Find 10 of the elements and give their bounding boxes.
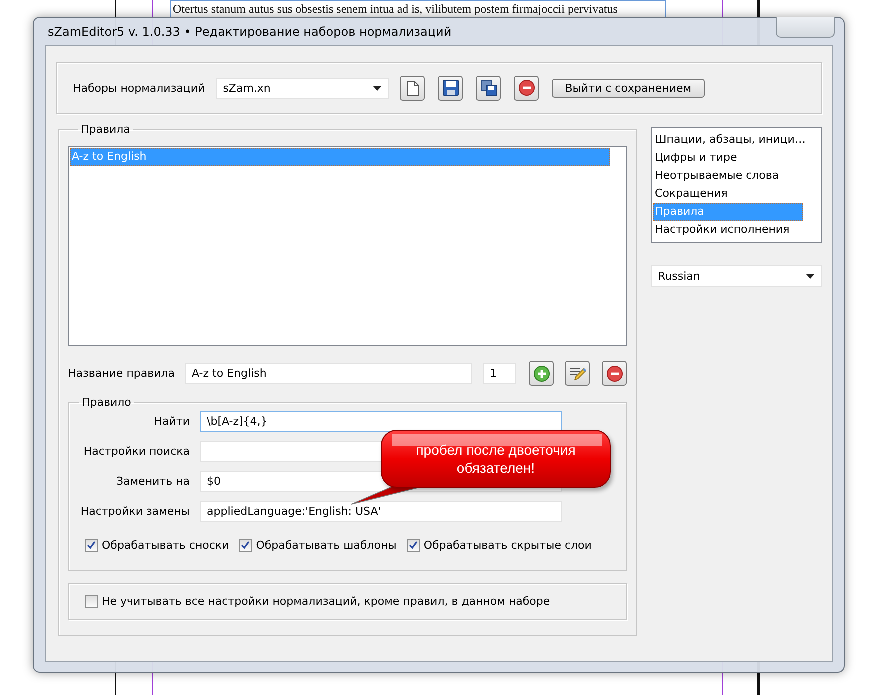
field-label: Настройки замены bbox=[80, 505, 190, 518]
rule-name-label: Название правила bbox=[68, 367, 176, 380]
callout-tooltip: пробел после двоеточия обязателен! bbox=[381, 430, 611, 488]
field-label: Заменить на bbox=[115, 475, 190, 488]
field-label: Найти bbox=[153, 415, 190, 428]
group-title: Правила bbox=[80, 123, 132, 136]
sets-label: Наборы нормализаций bbox=[73, 82, 206, 94]
window-title: sZamEditor5 v. 1.0.33 • Редактирование наборов нормализаций bbox=[48, 24, 452, 38]
field-label: Настройки поиска bbox=[82, 445, 190, 458]
group-title: Правило bbox=[81, 396, 132, 409]
